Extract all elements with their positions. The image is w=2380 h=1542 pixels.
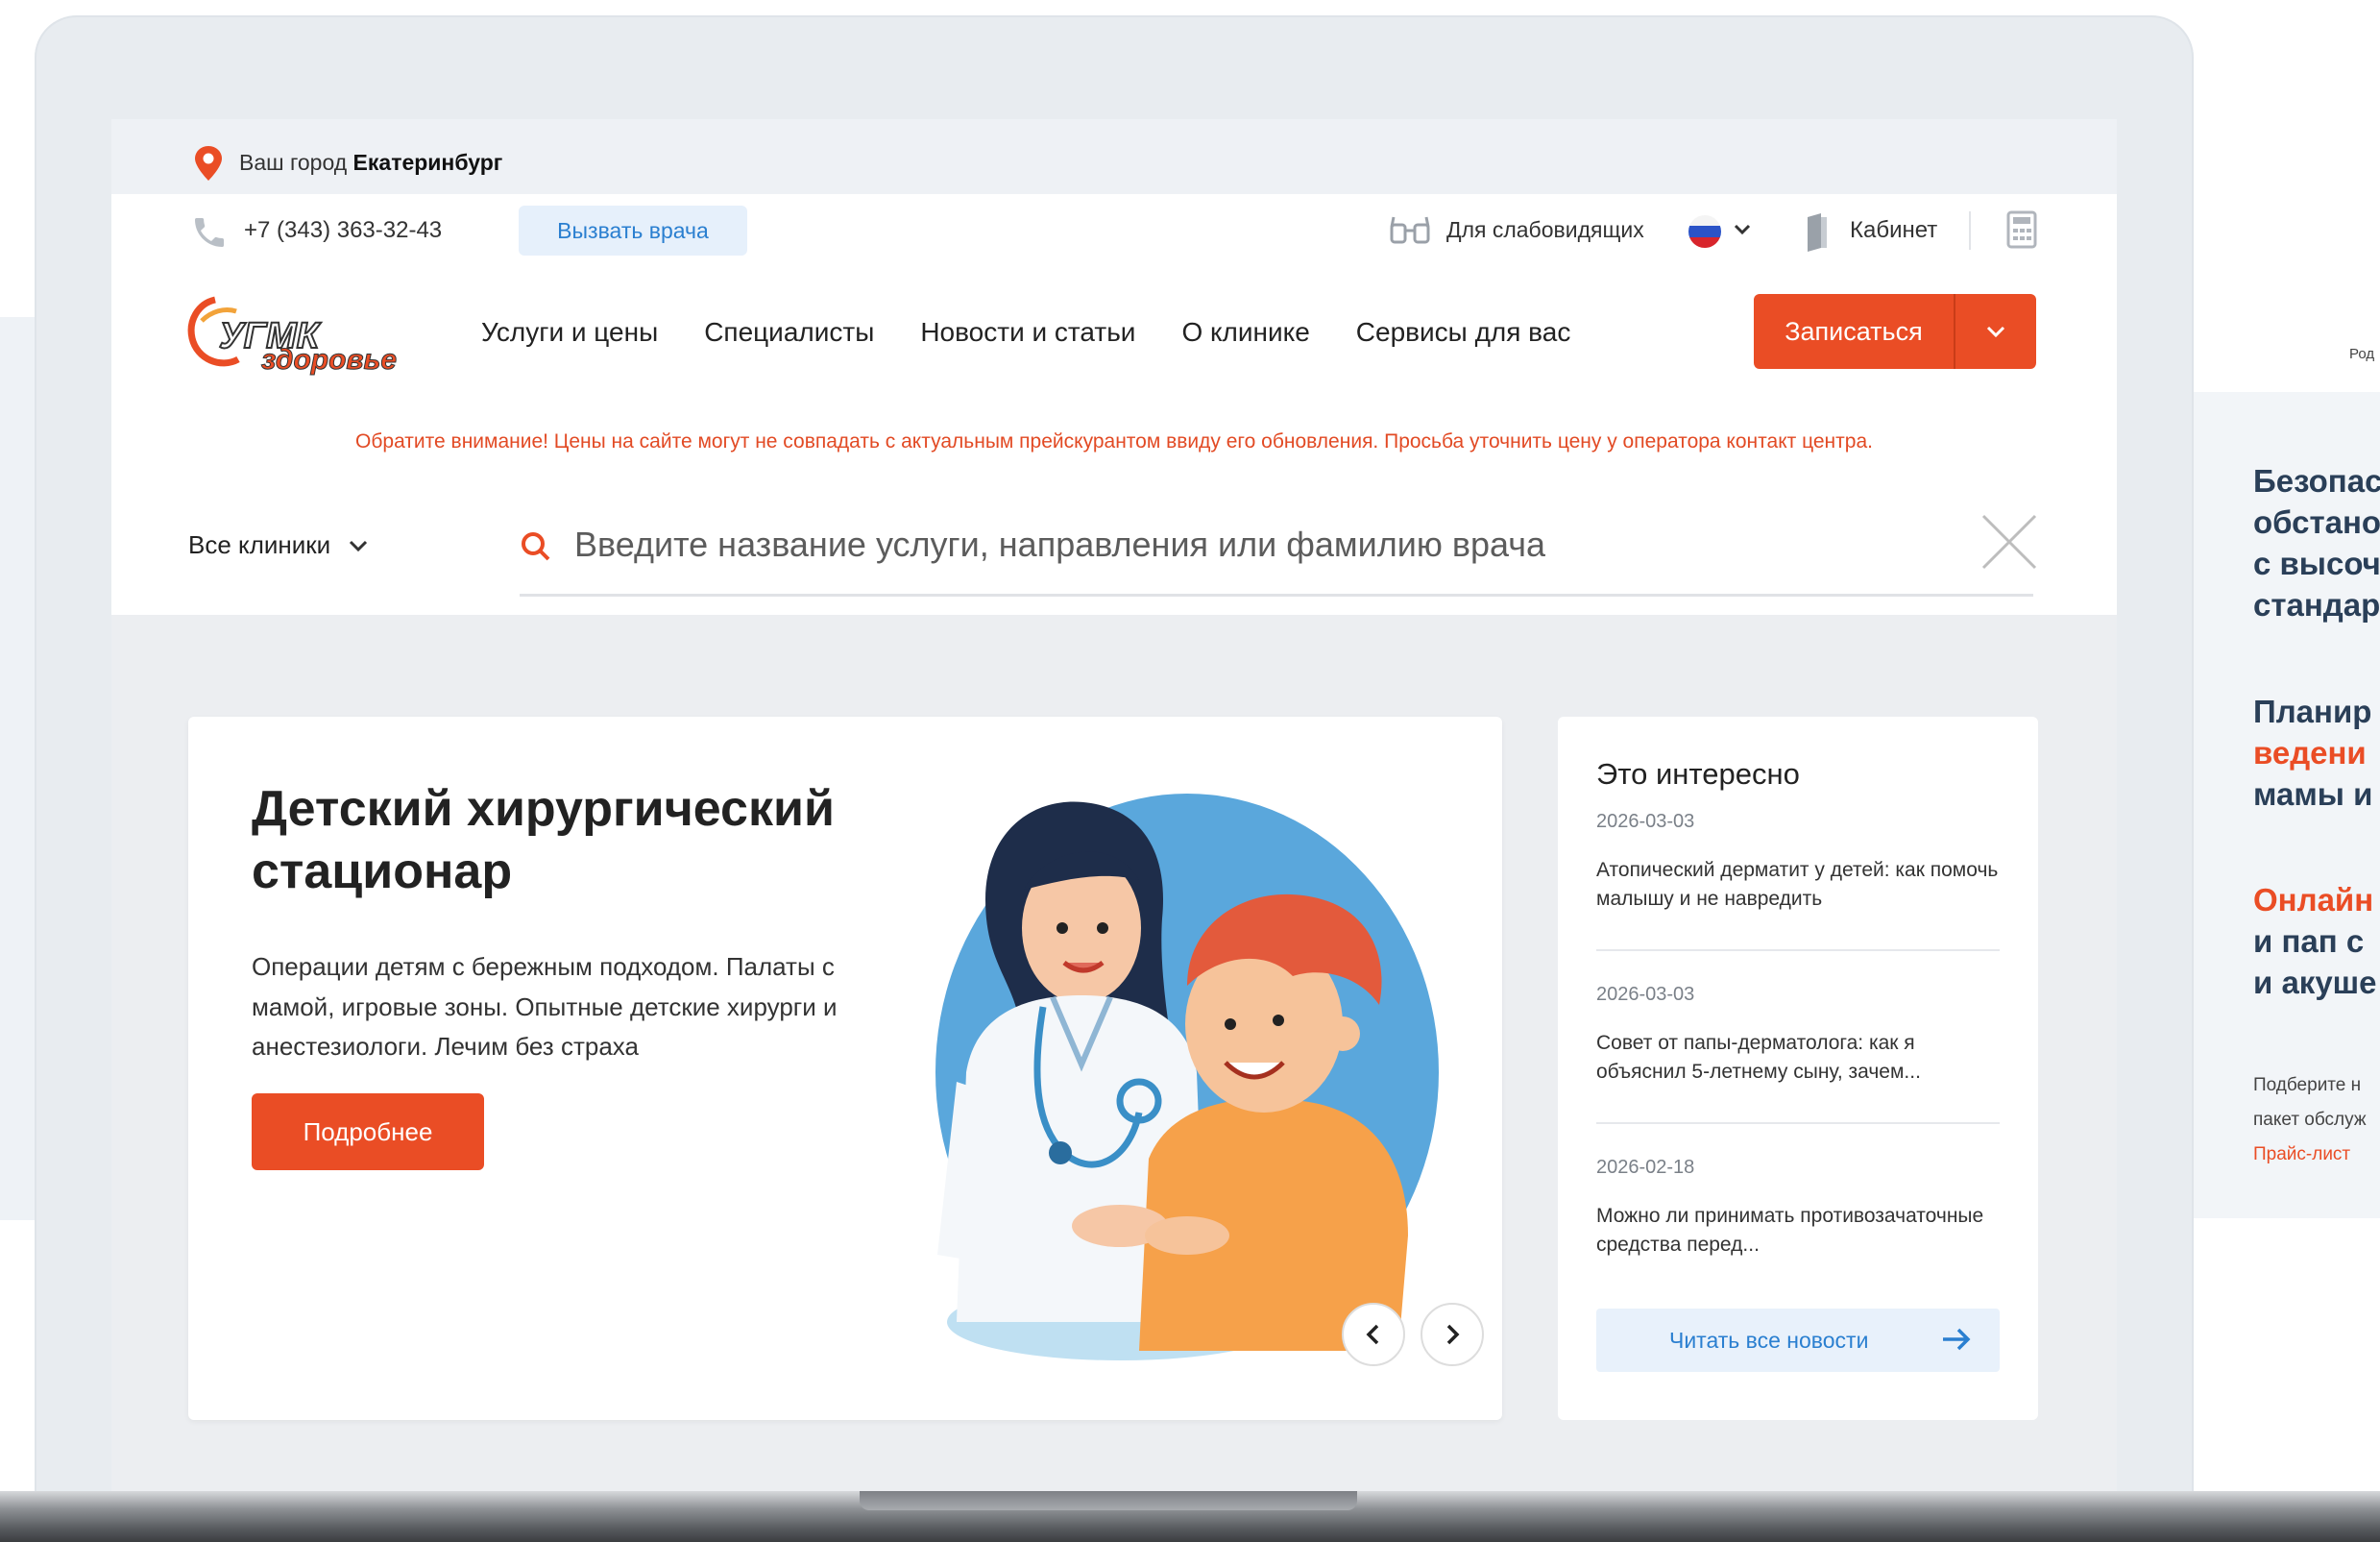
language-flag-icon[interactable] [1688,215,1721,248]
news-date: 2026-02-18 [1596,1157,1695,1178]
close-icon[interactable] [1980,513,2038,571]
chevron-right-icon [1446,1324,1460,1345]
more-button[interactable]: Подробнее [252,1093,484,1170]
city-selector[interactable]: Ваш город Екатеринбург [239,150,502,176]
signup-label[interactable]: Записаться [1754,294,1954,369]
main-header: УГМК здоровье Услуги и цены Специалисты … [111,267,2117,615]
signup-dropdown[interactable] [1955,294,2036,369]
news-item[interactable]: 2026-02-18 Можно ли принимать противозач… [1596,1157,2000,1261]
logo-text-health: здоровье [261,344,397,376]
divider [1969,211,1971,250]
ugmk-logo[interactable]: УГМК здоровье [186,292,409,379]
low-vision-link[interactable]: Для слабовидящих [1446,217,1644,243]
news-text[interactable]: Совет от папы-дерматолога: как я объясни… [1596,1029,2000,1088]
content-area: Детский хирургический стационар Операции… [111,615,2117,1491]
news-item[interactable]: 2026-03-03 Атопический дерматит у детей:… [1596,811,2000,915]
right-panel-heading-1: Безопас обстано с высоч стандар [2253,463,2380,623]
search-icon [522,532,550,561]
read-all-news-button[interactable]: Читать все новости [1596,1309,2000,1372]
city-bar: Ваш город Екатеринбург [111,119,2117,194]
cabinet-link[interactable]: Кабинет [1850,217,1937,244]
calculator-icon[interactable] [2005,209,2038,250]
search-input[interactable] [572,515,1921,575]
news-text[interactable]: Атопический дерматит у детей: как помочь… [1596,856,2000,915]
news-divider [1596,1122,2000,1124]
doctor-child-illustration [935,794,1439,1360]
phone-icon [195,218,224,247]
main-menu: Услуги и цены Специалисты Новости и стат… [481,317,1570,348]
news-panel: Это интересно 2026-03-03 Атопический дер… [1558,717,2038,1420]
news-divider [1596,949,2000,951]
call-doctor-button[interactable]: Вызвать врача [519,206,747,256]
right-panel-heading-2: Планир ведени мамы и [2253,694,2373,812]
chevron-down-icon [1986,326,2005,338]
menu-services-for-you[interactable]: Сервисы для вас [1356,317,1571,348]
chevron-left-icon [1366,1324,1379,1345]
menu-news[interactable]: Новости и статьи [920,317,1135,348]
signup-button[interactable]: Записаться [1754,294,2036,369]
hero-description: Операции детям с бережным подходом. Пала… [252,952,838,1062]
clinic-selector[interactable]: Все клиники [188,530,369,560]
right-panel-text: Подберите н пакет обслуж Прайс-лист [2253,1068,2367,1172]
door-icon [1808,213,1827,252]
contacts-bar: +7 (343) 363-32-43 Вызвать врача Для сла… [111,194,2117,269]
hero-title: Детский хирургический стационар [252,781,835,899]
website-screen: Ваш город Екатеринбург +7 (343) 363-32-4… [111,119,2117,1491]
glasses-icon [1390,216,1430,244]
right-panel-label: Род [2349,346,2375,362]
search-underline [520,594,2033,597]
clinic-selector-label: Все клиники [188,530,331,559]
arrow-right-icon [1943,1328,1971,1351]
menu-about[interactable]: О клинике [1181,317,1309,348]
next-slide-button[interactable] [1421,1303,1484,1366]
phone-number[interactable]: +7 (343) 363-32-43 [244,217,442,244]
news-text[interactable]: Можно ли принимать противозачаточные сре… [1596,1202,2000,1261]
news-title: Это интересно [1596,757,1800,791]
news-item[interactable]: 2026-03-03 Совет от папы-дерматолога: ка… [1596,984,2000,1088]
location-pin-icon [195,146,222,181]
prev-slide-button[interactable] [1342,1303,1405,1366]
news-date: 2026-03-03 [1596,984,1695,1005]
chevron-down-icon[interactable] [1733,223,1752,236]
laptop-notch [860,1491,1357,1510]
read-all-news-label: Читать все новости [1669,1328,1869,1353]
news-date: 2026-03-03 [1596,811,1695,832]
hero-banner: Детский хирургический стационар Операции… [188,717,1502,1420]
price-list-link[interactable]: Прайс-лист [2253,1138,2367,1172]
menu-services[interactable]: Услуги и цены [481,317,658,348]
chevron-down-icon [350,540,368,551]
menu-specialists[interactable]: Специалисты [704,317,874,348]
right-panel-heading-3: Онлайн и пап си акуше [2253,882,2377,1000]
price-notice: Обратите внимание! Цены на сайте могут н… [355,430,1873,453]
